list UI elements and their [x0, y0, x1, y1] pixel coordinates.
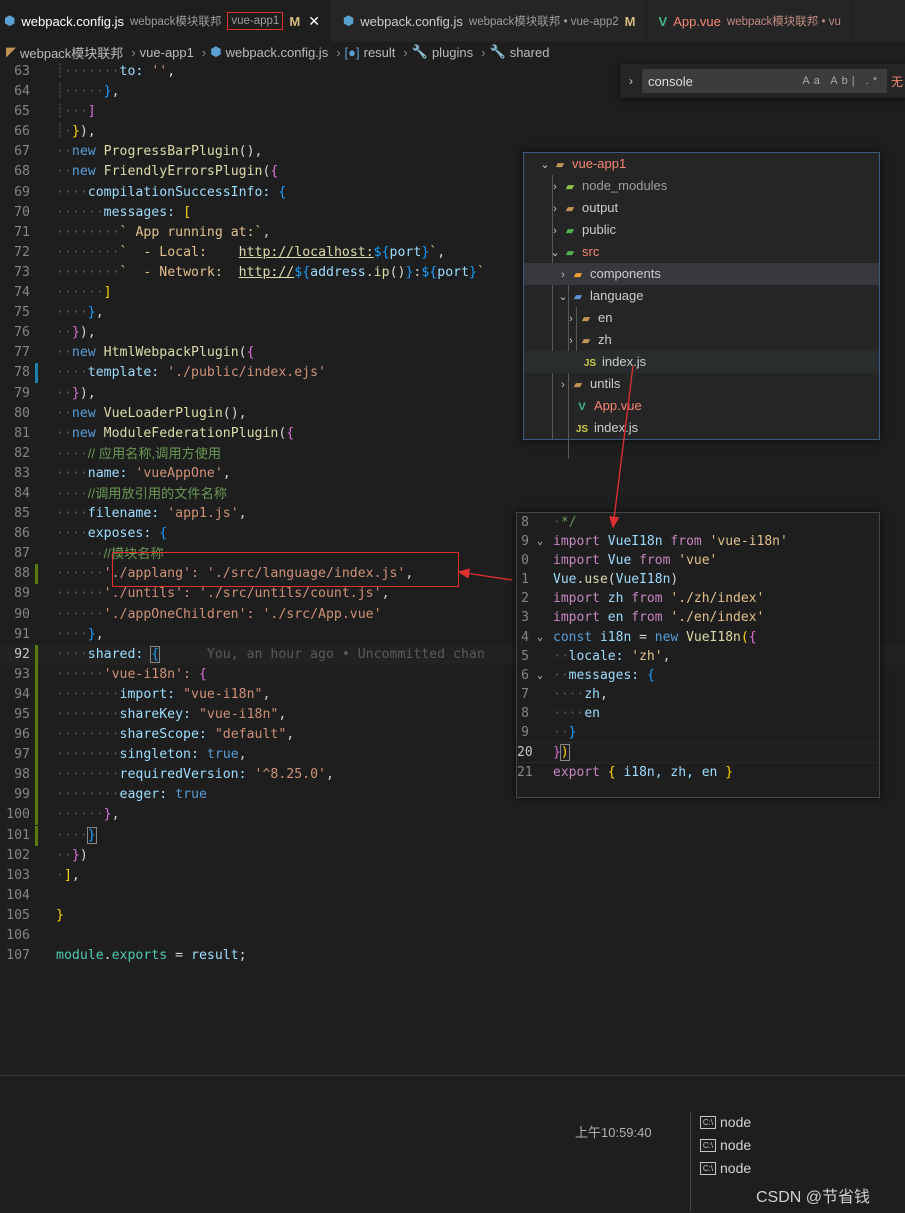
terminal-tab[interactable]: C:\ node	[700, 1114, 751, 1130]
watermark: CSDN @节省钱	[756, 1189, 871, 1206]
terminal-tab[interactable]: C:\ node	[700, 1160, 751, 1176]
terminal-icon: C:\	[700, 1161, 716, 1175]
terminal-icon: C:\	[700, 1138, 716, 1152]
terminal-icon: C:\	[700, 1115, 716, 1129]
panel-divider	[690, 1112, 691, 1212]
terminal-tab[interactable]: C:\ node	[700, 1137, 751, 1153]
annotation-arrows	[457, 365, 634, 581]
terminal-timestamp: 上午10:59:40	[575, 1125, 652, 1140]
